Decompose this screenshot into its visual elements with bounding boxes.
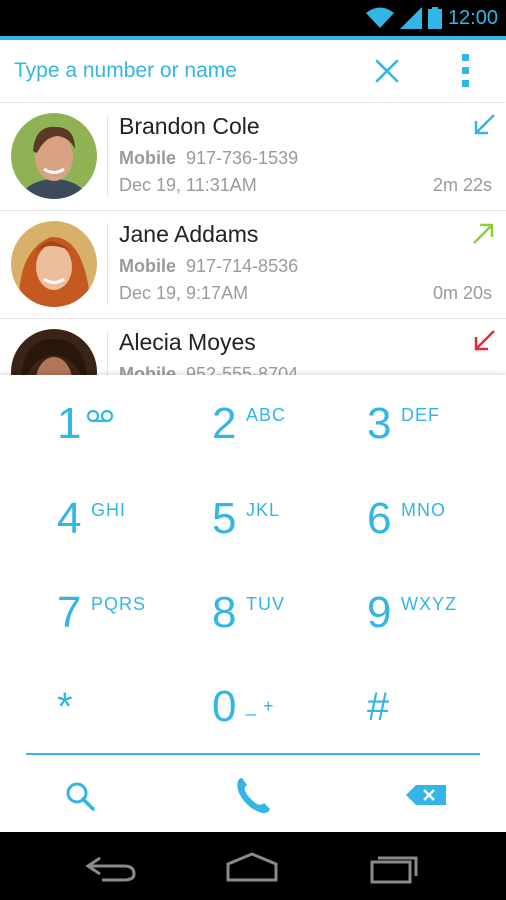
call-log-item[interactable]: Alecia Moyes Mobile 952-555-8704	[0, 319, 506, 375]
phone-number: 952-555-8704	[186, 364, 299, 375]
call-log-item[interactable]: Brandon Cole Mobile 917-736-1539 Dec 19, …	[0, 103, 506, 211]
call-log-list: Brandon Cole Mobile 917-736-1539 Dec 19, …	[0, 103, 506, 375]
key-digit: 2	[212, 399, 237, 448]
search-bar	[0, 40, 506, 102]
contact-photo	[11, 113, 97, 199]
phone-type: Mobile	[119, 364, 176, 375]
backspace-icon	[406, 785, 446, 805]
phone-type: Mobile	[119, 256, 176, 276]
dialpad-key-7[interactable]: 7 PQRS	[2, 564, 170, 658]
clear-icon[interactable]	[370, 54, 404, 88]
overflow-menu-icon[interactable]	[455, 52, 477, 90]
dialpad-key-star[interactable]: *	[2, 658, 170, 752]
key-digit: 5	[212, 494, 237, 543]
voicemail-icon	[86, 409, 114, 423]
key-letters: MNO	[401, 500, 446, 520]
contact-photo	[11, 221, 97, 307]
home-icon[interactable]	[222, 850, 282, 884]
dialpad-key-8[interactable]: 8 TUV	[157, 564, 325, 658]
dialpad-key-5[interactable]: 5 JKL	[157, 470, 325, 564]
backspace-button[interactable]	[370, 765, 480, 825]
call-duration: 0m 20s	[432, 283, 492, 303]
phone-line: Mobile 952-555-8704	[119, 364, 298, 375]
search-input[interactable]	[14, 56, 344, 86]
key-digit: #	[367, 685, 390, 729]
search-button[interactable]	[26, 765, 136, 825]
call-button[interactable]	[198, 765, 308, 825]
key-letters: PQRS	[91, 594, 147, 614]
incoming-call-icon	[474, 114, 495, 135]
phone-number: 917-714-8536	[186, 256, 299, 276]
wifi-icon	[365, 7, 394, 28]
back-icon[interactable]	[82, 850, 142, 884]
contact-name: Alecia Moyes	[119, 329, 256, 355]
key-letters: DEF	[401, 405, 440, 425]
navigation-bar	[0, 832, 506, 900]
key-digit: 0	[212, 682, 237, 731]
call-duration: 2m 22s	[432, 175, 492, 195]
contact-name: Jane Addams	[119, 221, 259, 247]
key-letters: GHI	[91, 500, 127, 520]
key-letters: ABC	[246, 405, 287, 425]
dialpad-key-pound[interactable]: #	[312, 658, 480, 752]
contact-name: Brandon Cole	[119, 113, 260, 139]
key-letters: TUV	[246, 594, 285, 614]
phone-number: 917-736-1539	[186, 148, 299, 168]
call-log-item[interactable]: Jane Addams Mobile 917-714-8536 Dec 19, 9…	[0, 211, 506, 319]
dialpad: 1 2 ABC 3 DEF 4 GHI 5 JKL 6 MNO 7 PQRS 8…	[0, 375, 506, 832]
search-icon	[66, 782, 95, 811]
dialpad-key-0[interactable]: 0 _ +	[157, 658, 325, 752]
call-date: Dec 19, 11:31AM	[119, 175, 257, 195]
key-letters: _ +	[246, 696, 275, 716]
missed-call-icon	[474, 330, 495, 351]
key-digit: 9	[367, 588, 392, 637]
key-letters: JKL	[246, 500, 281, 520]
row-separator	[107, 115, 108, 197]
dialpad-divider	[26, 753, 480, 755]
battery-icon	[427, 7, 442, 29]
dialpad-key-3[interactable]: 3 DEF	[312, 375, 480, 469]
phone-line: Mobile 917-736-1539	[119, 148, 298, 169]
outgoing-call-icon	[473, 223, 494, 244]
key-digit: 6	[367, 494, 392, 543]
dialpad-key-6[interactable]: 6 MNO	[312, 470, 480, 564]
contact-photo	[11, 329, 97, 375]
row-separator	[107, 223, 108, 305]
call-date: Dec 19, 9:17AM	[119, 283, 249, 303]
dialpad-key-2[interactable]: 2 ABC	[157, 375, 325, 469]
key-digit: *	[57, 685, 73, 729]
phone-icon	[237, 778, 270, 814]
phone-type: Mobile	[119, 148, 176, 168]
key-digit: 8	[212, 588, 237, 637]
key-digit: 4	[57, 494, 82, 543]
signal-icon	[399, 7, 422, 29]
key-digit: 1	[57, 399, 82, 448]
key-digit: 3	[367, 399, 392, 448]
recent-apps-icon[interactable]	[364, 850, 424, 884]
phone-line: Mobile 917-714-8536	[119, 256, 298, 277]
status-bar: 12:00	[0, 0, 506, 36]
key-digit: 7	[57, 588, 82, 637]
dialpad-key-4[interactable]: 4 GHI	[2, 470, 170, 564]
dialpad-key-1[interactable]: 1	[2, 375, 170, 469]
status-time: 12:00	[447, 6, 498, 29]
row-separator	[107, 331, 108, 375]
key-letters: WXYZ	[401, 594, 457, 614]
dialpad-key-9[interactable]: 9 WXYZ	[312, 564, 480, 658]
